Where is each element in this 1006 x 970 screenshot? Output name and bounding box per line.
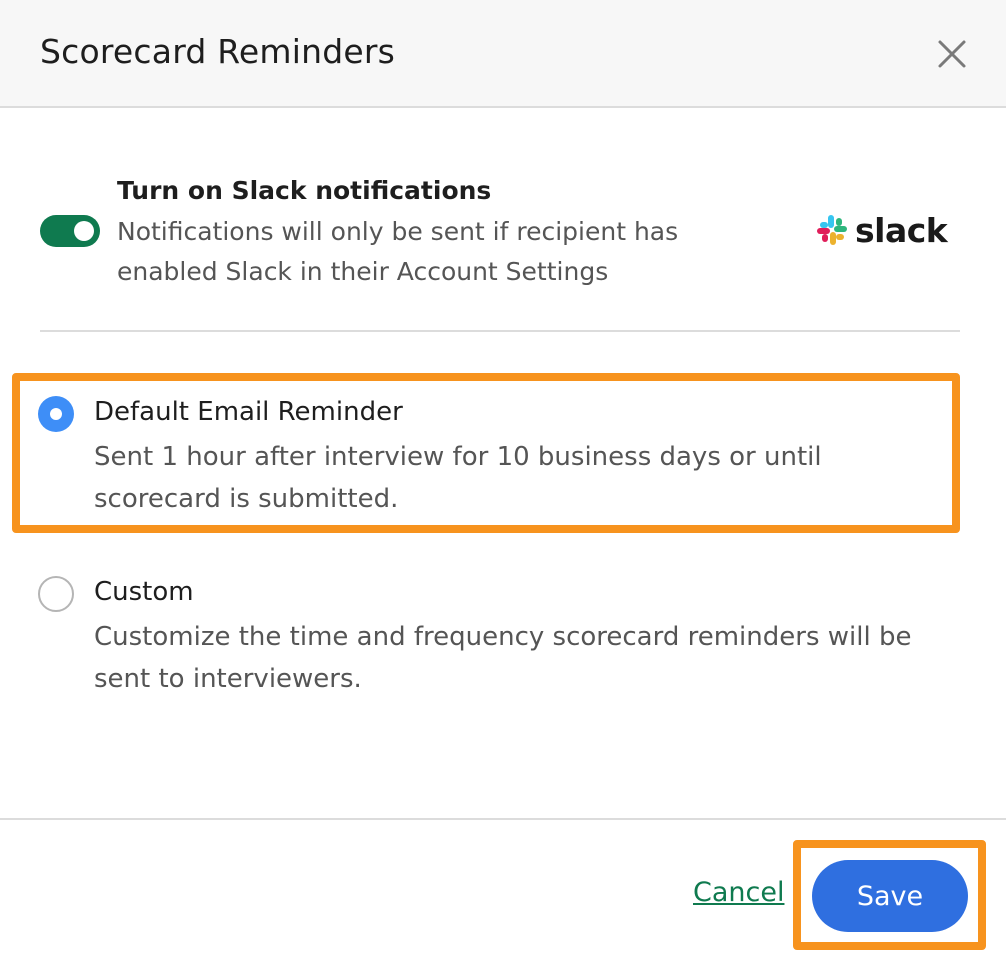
custom-reminder-description: Customize the time and frequency scoreca… — [94, 622, 912, 694]
slack-notifications-title: Turn on Slack notifications — [117, 176, 492, 205]
toggle-knob — [74, 221, 94, 241]
close-button[interactable] — [934, 36, 970, 72]
section-divider — [40, 330, 960, 332]
slack-notifications-toggle[interactable] — [40, 215, 100, 247]
custom-reminder-title: Custom — [94, 577, 194, 607]
close-icon — [938, 40, 966, 68]
default-email-reminder-radio[interactable] — [38, 396, 74, 432]
slack-logo: slack — [815, 210, 948, 250]
default-email-reminder-title: Default Email Reminder — [94, 397, 403, 427]
dialog-header: Scorecard Reminders — [0, 0, 1006, 108]
slack-notifications-description: Notifications will only be sent if recip… — [117, 217, 679, 286]
dialog-title: Scorecard Reminders — [40, 32, 396, 71]
custom-reminder-radio[interactable] — [38, 576, 74, 612]
slack-logo-icon — [817, 215, 847, 245]
slack-wordmark: slack — [855, 210, 948, 250]
radio-dot — [50, 408, 62, 420]
footer-divider — [0, 818, 1006, 820]
save-button[interactable]: Save — [812, 860, 968, 932]
default-email-reminder-description: Sent 1 hour after interview for 10 busin… — [94, 442, 822, 514]
cancel-link[interactable]: Cancel — [693, 877, 784, 908]
